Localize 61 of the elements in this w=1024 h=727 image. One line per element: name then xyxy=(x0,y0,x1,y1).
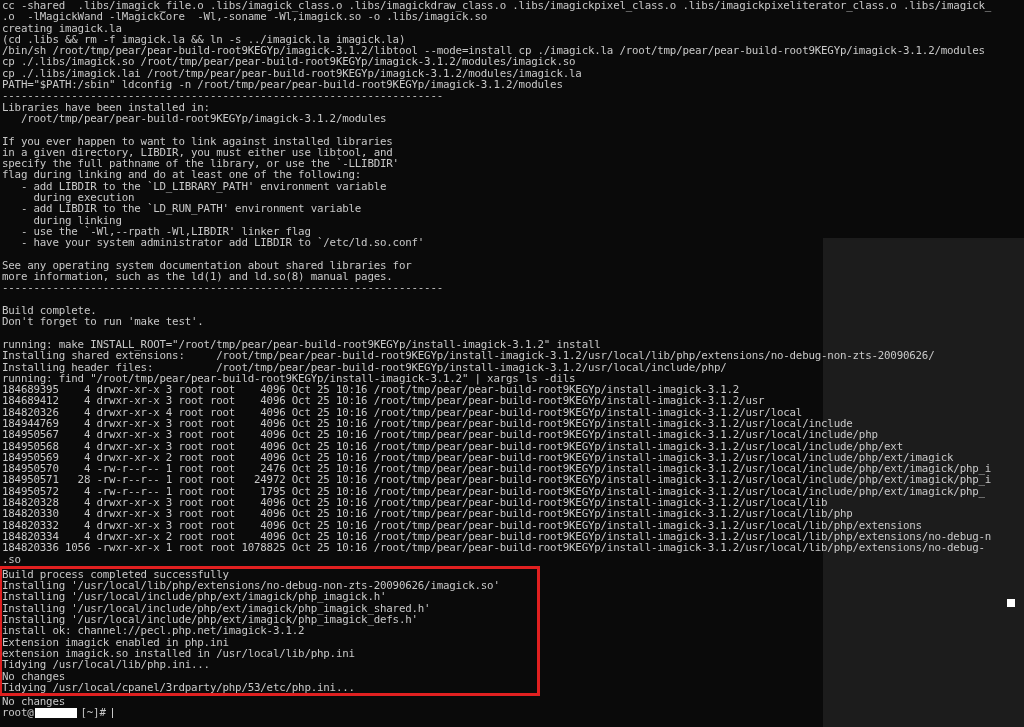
terminal-line: - add LIBDIR to the `LD_RUN_PATH' environment variable xyxy=(19,203,362,215)
terminal-line: - add LIBDIR to the `LD_LIBRARY_PATH' environment variable xyxy=(20,180,387,193)
terminal-line: 184950571 28 -rw-r--r-- 1 root root 24972 Oct 25 10:16 /root/tmp/pear/pear-build-root9KEGYp/install-imagick-3.1.2/usr/local/include/php/ext/imagick/php_i xyxy=(2,474,992,486)
terminal-line: - use the `-Wl,--rpath -Wl,LIBDIR' linker flag xyxy=(19,225,311,238)
terminal-line: install ok: channel://pecl.php.net/imagick-3.1.2 xyxy=(2,625,305,637)
terminal-line: 184820332 4 drwxr-xr-x 3 root root 4096 Oct 25 10:16 /root/tmp/pear/pear-build-root9KEGYp/install-imagick-3.1.2/usr/local/lib/php/extensions xyxy=(2,519,922,531)
terminal-line: No changes xyxy=(2,670,65,682)
terminal-line: creating imagick.la xyxy=(2,22,122,34)
terminal-line: extension imagick.so installed in /usr/local/lib/php.ini xyxy=(2,647,355,660)
terminal-line: during linking xyxy=(32,214,122,226)
terminal-line: Build process completed successfully xyxy=(2,568,229,581)
terminal-line: flag during linking and do at least one of the following: xyxy=(2,169,362,181)
terminal-line: 184950567 4 drwxr-xr-x 3 root root 4096 Oct 25 10:16 /root/tmp/pear/pear-build-root9KEGYp/install-imagick-3.1.2/usr/local/include/php xyxy=(2,429,878,441)
terminal-line: during execution xyxy=(32,192,135,204)
terminal-line: cc -shared .libs/imagick_file.o .libs/imagick_class.o .libs/imagickdraw_class.o .libs/imagickpixel_class.o .libs/imagickpixeliterator_class.o .libs/imagick_ xyxy=(2,0,992,12)
terminal-line: 184950572 4 -rw-r--r-- 1 root root 1795 Oct 25 10:16 /root/tmp/pear/pear-build-root9KEGYp/install-imagick-3.1.2/usr/local/include/php/ext/imagick/php_ xyxy=(2,485,985,498)
terminal-line: Don't forget to run 'make test'. xyxy=(2,316,204,328)
terminal-line: 184820326 4 drwxr-xr-x 4 root root 4096 Oct 25 10:16 /root/tmp/pear/pear-build-root9KEGYp/install-imagick-3.1.2/usr/local xyxy=(2,406,803,418)
terminal-line: more information, such as the ld(1) and ld.so(8) manual pages. xyxy=(2,271,393,283)
terminal-line: 184820336 1056 -rwxr-xr-x 1 root root 1078825 Oct 25 10:16 /root/tmp/pear/pear-build-root9KEGYp/install-imagick-3.1.2/usr/local/lib/php/extensions/no-debug- xyxy=(2,542,985,554)
terminal-line: specify the full pathname of the library, or use the `-LLIBDIR' xyxy=(2,158,399,170)
terminal-line: running: find "/root/tmp/pear/pear-build-root9KEGYp/install-imagick-3.1.2" | xargs ls -dils xyxy=(2,372,576,385)
terminal-line: cp ./.libs/imagick.lai /root/tmp/pear/pear-build-root9KEGYp/imagick-3.1.2/modules/imagick.la xyxy=(2,67,582,80)
terminal-line: 184820330 4 drwxr-xr-x 3 root root 4096 Oct 25 10:16 /root/tmp/pear/pear-build-root9KEGYp/install-imagick-3.1.2/usr/local/lib/php xyxy=(2,508,853,520)
terminal-line: .so xyxy=(2,553,21,565)
terminal-line: /root/tmp/pear/pear-build-root9KEGYp/imagick-3.1.2/modules xyxy=(19,112,387,125)
terminal-line: running: make INSTALL_ROOT="/root/tmp/pear/pear-build-root9KEGYp/install-imagick-3.1.2" install xyxy=(2,338,601,351)
terminal-line: Installing shared extensions: /root/tmp/pear/pear-build-root9KEGYp/install-imagick-3.1.2/usr/local/lib/php/extensions/no-debug-non-zts-20090626/ xyxy=(2,350,935,362)
terminal-line: cp ./.libs/imagick.so /root/tmp/pear/pear-build-root9KEGYp/imagick-3.1.2/modules/imagick.so xyxy=(2,56,576,68)
terminal-line: in a given directory, LIBDIR, you must either use libtool, and xyxy=(2,146,393,159)
terminal-line: PATH="$PATH:/sbin" ldconfig -n /root/tmp/pear/pear-build-root9KEGYp/imagick-3.1.2/modules xyxy=(2,79,563,91)
square-icon xyxy=(1007,599,1015,607)
terminal-line: Installing '/usr/local/include/php/ext/imagick/php_imagick_shared.h' xyxy=(2,602,431,615)
terminal-line: 184950570 4 -rw-r--r-- 1 root root 2476 Oct 25 10:16 /root/tmp/pear/pear-build-root9KEGYp/install-imagick-3.1.2/usr/local/include/php/ext/imagick/php_i xyxy=(2,463,992,475)
terminal-line: (cd .libs && rm -f imagick.la && ln -s ../imagick.la imagick.la) xyxy=(2,33,406,46)
terminal-line: ---------------------------------------------------------------------- xyxy=(2,282,444,294)
terminal-line: Installing '/usr/local/lib/php/extensions/no-debug-non-zts-20090626/imagick.so' xyxy=(2,580,500,592)
terminal-line: 184944769 4 drwxr-xr-x 3 root root 4096 Oct 25 10:16 /root/tmp/pear/pear-build-root9KEGYp/install-imagick-3.1.2/usr/local/include xyxy=(2,418,853,430)
prompt-user: root@ xyxy=(2,707,34,719)
terminal-line: Build complete. xyxy=(2,305,97,317)
terminal-line: Tidying /usr/local/cpanel/3rdparty/php/53/etc/php.ini... xyxy=(2,681,355,694)
terminal-line: .o -lMagickWand -lMagickCore -Wl,-soname -Wl,imagick.so -o .libs/imagick.so xyxy=(2,11,488,23)
terminal-line: - have your system administrator add LIBDIR to `/etc/ld.so.conf' xyxy=(19,237,425,249)
terminal-line: Installing '/usr/local/include/php/ext/imagick/php_imagick_defs.h' xyxy=(2,614,418,626)
terminal-line: Extension imagick enabled in php.ini xyxy=(2,636,229,648)
terminal-line: 184820328 4 drwxr-xr-x 3 root root 4096 Oct 25 10:16 /root/tmp/pear/pear-build-root9KEGYp/install-imagick-3.1.2/usr/local/lib xyxy=(2,497,828,509)
terminal-line: Installing '/usr/local/include/php/ext/imagick/php_imagick.h' xyxy=(2,591,387,603)
terminal-line: No changes xyxy=(2,696,65,708)
terminal-line: /bin/sh /root/tmp/pear/pear-build-root9KEGYp/imagick-3.1.2/libtool --mode=install cp ./imagick.la /root/tmp/pear/pear-build-root9KEGYp/imagick-3.1.2/modules xyxy=(2,45,985,57)
terminal-line: ---------------------------------------------------------------------- xyxy=(2,90,444,102)
text-cursor xyxy=(111,708,113,719)
terminal-line: Installing header files: /root/tmp/pear/pear-build-root9KEGYp/install-imagick-3.1.2/usr/local/include/php/ xyxy=(2,361,727,373)
terminal-line: 184950568 4 drwxr-xr-x 3 root root 4096 Oct 25 10:16 /root/tmp/pear/pear-build-root9KEGYp/install-imagick-3.1.2/usr/local/include/php/ext xyxy=(2,440,903,452)
terminal-line: Libraries have been installed in: xyxy=(2,101,210,113)
terminal-line: Tidying /usr/local/lib/php.ini... xyxy=(2,659,210,671)
terminal-line: See any operating system documentation about shared libraries for xyxy=(2,259,412,272)
prompt-path: [~]# xyxy=(80,707,106,719)
terminal-line: 184689395 4 drwxr-xr-x 3 root root 4096 Oct 25 10:16 /root/tmp/pear/pear-build-root9KEGYp/install-imagick-3.1.2 xyxy=(2,384,740,396)
terminal-line: 184689412 4 drwxr-xr-x 3 root root 4096 Oct 25 10:16 /root/tmp/pear/pear-build-root9KEGYp/install-imagick-3.1.2/usr xyxy=(2,395,765,407)
terminal-line: If you ever happen to want to link against installed libraries xyxy=(2,135,393,147)
terminal-line: 184950569 4 drwxr-xr-x 2 root root 4096 Oct 25 10:16 /root/tmp/pear/pear-build-root9KEGYp/install-imagick-3.1.2/usr/local/include/php/ext/imagick xyxy=(2,451,954,464)
